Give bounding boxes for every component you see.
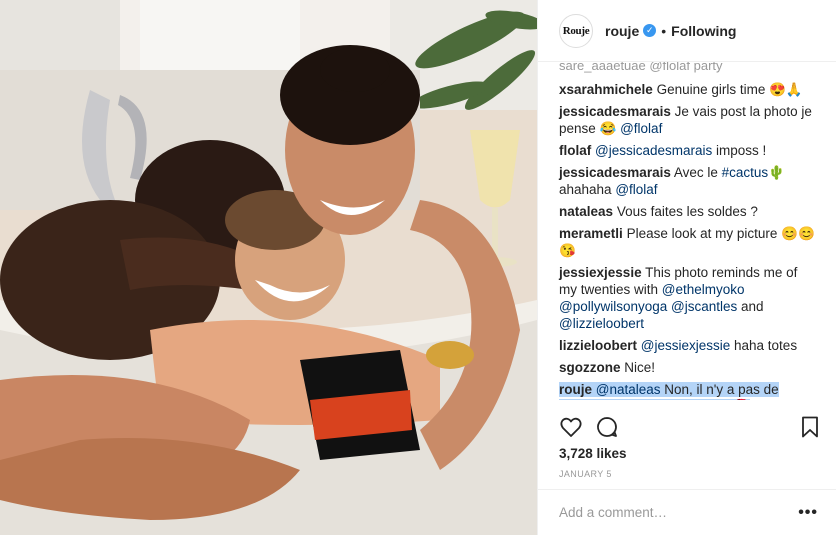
post-username[interactable]: rouje [605, 23, 639, 39]
following-button[interactable]: Following [671, 23, 736, 39]
comment-item: jessicadesmarais Avec le #cactus🌵 ahahah… [559, 164, 818, 198]
comment-item: sgozzone Nice! [559, 359, 818, 376]
comment-item: jessiexjessie This photo reminds me of m… [559, 264, 818, 332]
heart-icon[interactable] [559, 415, 583, 439]
comment-text: @jessicadesmarais imposs ! [595, 143, 767, 158]
comment-item: merametli Please look at my picture 😊😊😘 [559, 225, 818, 259]
post-photo[interactable] [0, 0, 537, 535]
comment-text: Vous faites les soldes ? [616, 204, 758, 219]
selected-text: rouje @nataleas Non, il n'y a pas de sol… [559, 382, 779, 400]
mention-link[interactable]: @flolaf [620, 121, 662, 136]
comment-text: @jessiexjessie haha totes [640, 338, 798, 353]
comment-username[interactable]: merametli [559, 226, 623, 241]
mention-link[interactable]: @jessiexjessie [641, 338, 730, 353]
add-comment-bar: ••• [538, 489, 836, 535]
comment-text: Nice! [624, 360, 656, 375]
post-date[interactable]: JANUARY 5 [559, 469, 612, 479]
mention-link[interactable]: @jscantles [671, 299, 737, 314]
mention-link[interactable]: @flolaf [615, 182, 657, 197]
header-separator: • [661, 22, 667, 39]
comment-item: lizzieloobert @jessiexjessie haha totes [559, 337, 818, 354]
comment-username[interactable]: xsarahmichele [559, 82, 653, 97]
comment-text: Genuine girls time 😍🙏 [656, 82, 803, 97]
mention-link[interactable]: @jessicadesmarais [595, 143, 712, 158]
comment-username[interactable]: rouje [559, 382, 592, 397]
more-options-button[interactable]: ••• [798, 504, 818, 522]
hashtag-link[interactable]: #cactus [722, 165, 769, 180]
mention-link[interactable]: @ethelmyoko [662, 282, 745, 297]
mention-link[interactable]: @lizzieloobert [559, 316, 644, 331]
avatar[interactable]: Rouje [559, 13, 593, 48]
comment-username[interactable]: jessiexjessie [559, 265, 642, 280]
comment-username[interactable]: sgozzone [559, 360, 621, 375]
comment-text: @nataleas Non, il n'y a pas de soldes pr… [559, 382, 779, 400]
comment-item: flolaf @jessicadesmarais imposs ! [559, 142, 818, 159]
comment-username[interactable]: lizzieloobert [559, 338, 637, 353]
comment-item: nataleas Vous faites les soldes ? [559, 203, 818, 220]
comment-username[interactable]: flolaf [559, 143, 591, 158]
comment-username[interactable]: nataleas [559, 204, 613, 219]
mention-link[interactable]: @pollywilsonyoga [559, 299, 667, 314]
comment-item-selected: rouje @nataleas Non, il n'y a pas de sol… [559, 381, 818, 400]
post-sidebar: Rouje rouje ✓ • Following sare_aaaetuae … [537, 0, 836, 535]
comments-list: sare_aaaetuae @flolaf party xsarahmichel… [538, 62, 836, 400]
mention-link[interactable]: @nataleas [596, 382, 661, 397]
comment-input[interactable] [559, 505, 799, 520]
comment-username[interactable]: jessicadesmarais [559, 165, 671, 180]
comment-icon[interactable] [595, 415, 619, 439]
bathtub-photo-illustration [0, 0, 537, 535]
comment-item: jessicadesmarais Je vais post la photo j… [559, 103, 818, 137]
bookmark-icon[interactable] [798, 415, 822, 439]
comment-item: xsarahmichele Genuine girls time 😍🙏 [559, 81, 818, 98]
likes-count[interactable]: 3,728 likes [559, 446, 627, 461]
comment-username[interactable]: jessicadesmarais [559, 104, 671, 119]
verified-badge-icon: ✓ [643, 24, 657, 37]
post-header: Rouje rouje ✓ • Following [538, 0, 836, 62]
post-actions [559, 412, 822, 442]
cut-off-comment: sare_aaaetuae @flolaf party [559, 62, 723, 73]
